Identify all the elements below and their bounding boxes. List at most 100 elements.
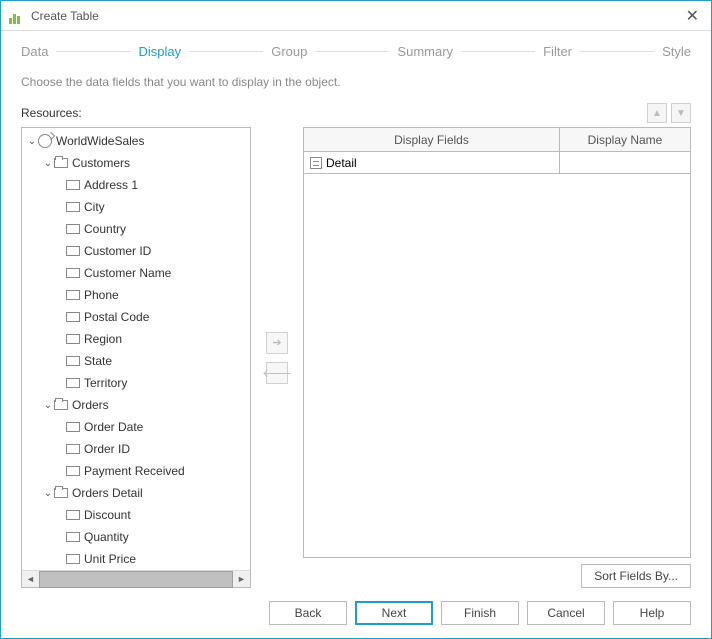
field-icon: [66, 202, 80, 212]
step-display[interactable]: Display: [139, 44, 182, 59]
finish-button[interactable]: Finish: [441, 601, 519, 625]
tree-field[interactable]: Phone: [22, 284, 250, 306]
resources-tree[interactable]: ⌄ WorldWideSales ⌄ Customers Address 1 C…: [22, 128, 250, 570]
tree-field-label: Region: [84, 332, 122, 346]
step-filter[interactable]: Filter: [543, 44, 572, 59]
app-logo-icon: [9, 8, 25, 24]
scroll-left-icon[interactable]: ◄: [22, 571, 39, 588]
step-separator: [461, 51, 535, 52]
cell-display-field[interactable]: Detail: [304, 152, 560, 174]
nav-buttons: ▲ ▼: [647, 103, 691, 123]
tree-field[interactable]: Territory: [22, 372, 250, 394]
chevron-down-icon[interactable]: ⌄: [42, 400, 54, 411]
sort-row: Sort Fields By...: [303, 564, 691, 588]
move-up-button[interactable]: ▲: [647, 103, 667, 123]
wizard-steps: Data Display Group Summary Filter Style: [1, 31, 711, 71]
sort-fields-button[interactable]: Sort Fields By...: [581, 564, 691, 588]
tree-field[interactable]: Customer ID: [22, 240, 250, 262]
main-panels: ⌄ WorldWideSales ⌄ Customers Address 1 C…: [21, 127, 691, 588]
tree-field[interactable]: Address 1: [22, 174, 250, 196]
tree-field[interactable]: Country: [22, 218, 250, 240]
field-icon: [66, 290, 80, 300]
folder-icon: [54, 158, 68, 168]
resources-header-row: Resources: ▲ ▼: [21, 103, 691, 123]
tree-field[interactable]: Unit Price: [22, 548, 250, 570]
field-icon: [66, 334, 80, 344]
column-header-display-fields[interactable]: Display Fields: [304, 128, 560, 151]
display-fields-panel: Display Fields Display Name Detail: [303, 127, 691, 588]
field-icon: [66, 356, 80, 366]
transfer-buttons: ➔ 🡐: [259, 127, 295, 588]
folder-icon: [54, 400, 68, 410]
horizontal-scrollbar[interactable]: ◄ ►: [22, 570, 250, 587]
close-button[interactable]: ✕: [682, 6, 703, 26]
move-down-button[interactable]: ▼: [671, 103, 691, 123]
display-fields-table: Display Fields Display Name Detail: [303, 127, 691, 558]
cell-display-name[interactable]: [560, 152, 690, 174]
field-icon: [66, 312, 80, 322]
tree-group-label: Orders Detail: [72, 486, 143, 500]
tree-field[interactable]: Customer Name: [22, 262, 250, 284]
tree-field[interactable]: City: [22, 196, 250, 218]
column-header-display-name[interactable]: Display Name: [560, 128, 690, 151]
resources-label: Resources:: [21, 106, 82, 120]
chevron-down-icon[interactable]: ⌄: [42, 158, 54, 169]
tree-root-label: WorldWideSales: [56, 134, 144, 148]
tree-group[interactable]: ⌄ Orders: [22, 394, 250, 416]
tree-field-label: Order ID: [84, 442, 130, 456]
field-icon: [66, 444, 80, 454]
tree-field[interactable]: Postal Code: [22, 306, 250, 328]
field-icon: [66, 180, 80, 190]
tree-field-label: Country: [84, 222, 126, 236]
scroll-right-icon[interactable]: ►: [233, 571, 250, 588]
field-icon: [66, 224, 80, 234]
step-separator: [189, 51, 263, 52]
tree-field-label: Customer ID: [84, 244, 151, 258]
tree-field-label: Customer Name: [84, 266, 171, 280]
tree-field[interactable]: Payment Received: [22, 460, 250, 482]
field-icon: [66, 268, 80, 278]
tree-field[interactable]: State: [22, 350, 250, 372]
step-separator: [315, 51, 389, 52]
step-separator: [56, 51, 130, 52]
tree-field-label: State: [84, 354, 112, 368]
folder-icon: [54, 488, 68, 498]
tree-field[interactable]: Order ID: [22, 438, 250, 460]
step-data[interactable]: Data: [21, 44, 48, 59]
chevron-down-icon[interactable]: ⌄: [26, 136, 38, 147]
datasource-icon: [38, 134, 52, 148]
tree-field[interactable]: Discount: [22, 504, 250, 526]
step-group[interactable]: Group: [271, 44, 307, 59]
field-icon: [66, 554, 80, 564]
tree-field[interactable]: Region: [22, 328, 250, 350]
cancel-button[interactable]: Cancel: [527, 601, 605, 625]
field-icon: [66, 510, 80, 520]
tree-field-label: Territory: [84, 376, 127, 390]
back-button[interactable]: Back: [269, 601, 347, 625]
help-button[interactable]: Help: [613, 601, 691, 625]
tree-field[interactable]: Order Date: [22, 416, 250, 438]
tree-field-label: City: [84, 200, 105, 214]
tree-root[interactable]: ⌄ WorldWideSales: [22, 130, 250, 152]
titlebar: Create Table ✕: [1, 1, 711, 31]
tree-group-label: Orders: [72, 398, 109, 412]
chevron-down-icon[interactable]: ⌄: [42, 488, 54, 499]
table-row[interactable]: Detail: [304, 152, 690, 174]
table-body: Detail: [304, 152, 690, 557]
field-icon: [66, 422, 80, 432]
step-style[interactable]: Style: [662, 44, 691, 59]
tree-field[interactable]: Quantity: [22, 526, 250, 548]
step-summary[interactable]: Summary: [397, 44, 453, 59]
add-field-button[interactable]: ➔: [266, 332, 288, 354]
tree-field-label: Order Date: [84, 420, 143, 434]
next-button[interactable]: Next: [355, 601, 433, 625]
tree-group[interactable]: ⌄ Orders Detail: [22, 482, 250, 504]
resources-tree-panel: ⌄ WorldWideSales ⌄ Customers Address 1 C…: [21, 127, 251, 588]
scroll-track[interactable]: [39, 571, 233, 588]
content-area: Resources: ▲ ▼ ⌄ WorldWideSales ⌄: [1, 103, 711, 588]
window-title: Create Table: [31, 9, 99, 23]
field-icon: [66, 246, 80, 256]
remove-field-button[interactable]: 🡐: [266, 362, 288, 384]
tree-field-label: Postal Code: [84, 310, 149, 324]
tree-group[interactable]: ⌄ Customers: [22, 152, 250, 174]
